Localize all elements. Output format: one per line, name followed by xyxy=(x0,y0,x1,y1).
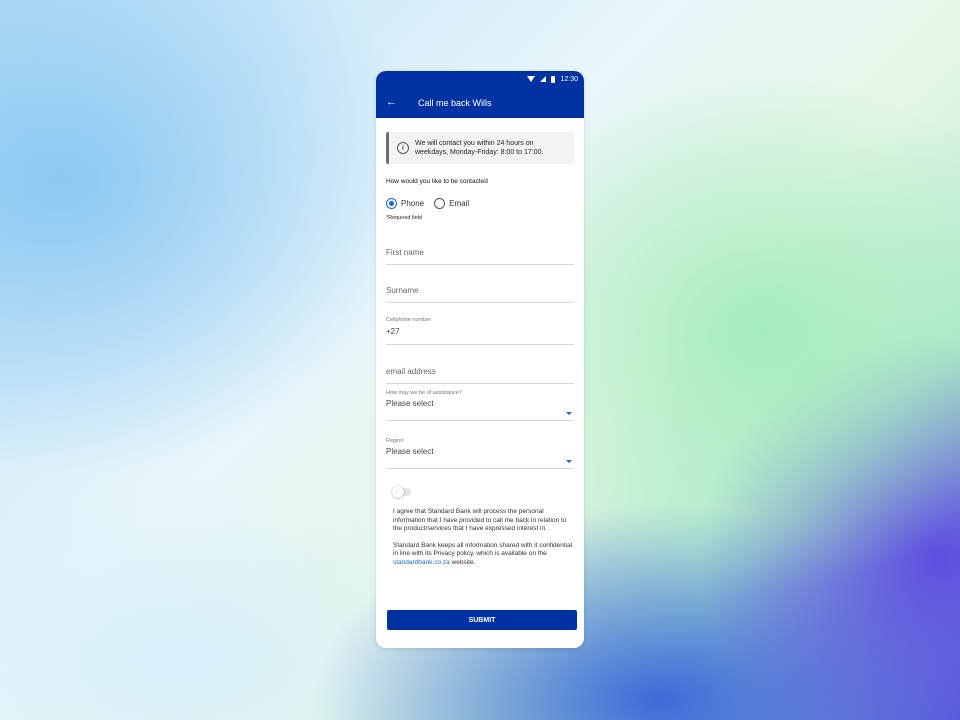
consent-toggle[interactable] xyxy=(392,486,411,498)
app-bar: ← Call me back Wills xyxy=(376,87,584,118)
phone-screen: 12:30 ← Call me back Wills i We will con… xyxy=(376,71,584,648)
arrow-left-icon[interactable]: ← xyxy=(386,97,406,108)
standardbank-link[interactable]: standardbank.co.za xyxy=(393,559,450,566)
privacy-prefix: Standard Bank keeps all information shar… xyxy=(393,541,573,558)
cellphone-value: +27 xyxy=(386,327,400,336)
assistance-value: Please select xyxy=(386,399,434,408)
contact-method-label: How would you like to be contacted xyxy=(386,178,488,185)
cellphone-field[interactable]: Cellphone number +27 xyxy=(386,317,574,345)
region-value: Please select xyxy=(386,447,434,456)
required-note: *Required field xyxy=(386,215,423,221)
notice-text: We will contact you within 24 hours on w… xyxy=(415,140,544,156)
first-name-placeholder: First name xyxy=(386,248,424,257)
consent-agreement: I agree that Standard Bank will process … xyxy=(393,508,567,532)
contact-notice: i We will contact you within 24 hours on… xyxy=(386,132,574,164)
surname-field[interactable]: Surname xyxy=(386,284,574,303)
page-title: Call me back Wills xyxy=(418,97,492,108)
signal-icon xyxy=(540,76,547,82)
email-placeholder: email address xyxy=(386,367,436,376)
assistance-label: How may we be of assistance? xyxy=(386,390,462,396)
radio-selected-icon[interactable] xyxy=(386,198,397,209)
radio-phone[interactable]: Phone xyxy=(386,198,424,209)
privacy-text: Standard Bank keeps all information shar… xyxy=(386,542,574,568)
status-time: 12:30 xyxy=(560,75,578,83)
cellphone-label: Cellphone number xyxy=(386,317,431,323)
caret-down-icon[interactable] xyxy=(566,460,572,463)
radio-unselected-icon[interactable] xyxy=(434,198,446,209)
wifi-icon xyxy=(527,76,536,82)
privacy-suffix: website. xyxy=(451,558,476,566)
form-content: i We will contact you within 24 hours on… xyxy=(376,118,584,567)
toggle-knob[interactable] xyxy=(392,486,404,498)
first-name-field[interactable]: First name xyxy=(386,246,574,265)
submit-button[interactable]: SUBMIT xyxy=(387,610,577,630)
battery-icon xyxy=(551,75,556,83)
region-label: Region xyxy=(386,438,404,444)
contact-method-group: Phone Email xyxy=(386,198,574,209)
assistance-select[interactable]: How may we be of assistance? Please sele… xyxy=(386,390,574,421)
radio-email[interactable]: Email xyxy=(434,198,469,209)
radio-email-label: Email xyxy=(449,199,470,208)
status-bar: 12:30 xyxy=(376,71,584,87)
radio-phone-label: Phone xyxy=(401,199,425,208)
email-field[interactable]: email address xyxy=(386,365,574,384)
surname-placeholder: Surname xyxy=(386,286,419,295)
info-icon: i xyxy=(397,142,409,154)
caret-down-icon[interactable] xyxy=(566,412,572,415)
region-select[interactable]: Region Please select xyxy=(386,438,574,469)
